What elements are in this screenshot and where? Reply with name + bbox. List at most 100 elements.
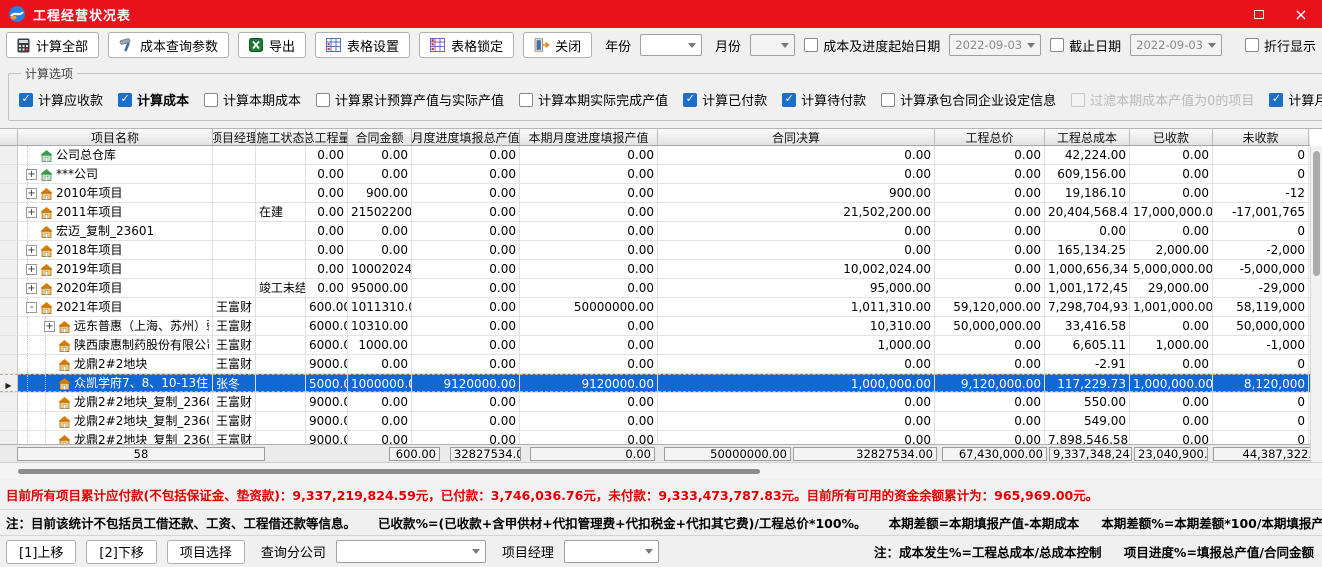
- move-up-button[interactable]: [1]上移: [6, 540, 76, 564]
- option-checkbox[interactable]: 计算累计预算产值与实际产值: [316, 90, 504, 109]
- header-contract-settlement[interactable]: 合同决算: [658, 129, 935, 145]
- table-row[interactable]: +2019年项目0.0010002024.000.000.0010,002,02…: [0, 260, 1310, 279]
- option-checkbox[interactable]: 计算本期成本: [204, 90, 301, 109]
- expand-icon[interactable]: +: [44, 321, 55, 332]
- header-received[interactable]: 已收款: [1130, 129, 1213, 145]
- table-row[interactable]: 龙鼎2#2地块_复制_23605王富财9000.000.000.000.000.…: [0, 412, 1310, 431]
- diff-pct-formula-text: 本期差额%=本期差额*100/本期填报产值: [1101, 513, 1322, 532]
- project-name-cell: 龙鼎2#2地块_复制_23605: [18, 412, 213, 430]
- manager-select[interactable]: [564, 540, 659, 563]
- expand-icon[interactable]: +: [26, 169, 37, 180]
- project-name: 龙鼎2#2地块_复制_23606: [74, 431, 209, 444]
- contract-amount-cell: 1011310.00: [348, 298, 412, 316]
- table-row[interactable]: 宏迈_复制_236010.000.000.000.000.000.000.000…: [0, 222, 1310, 241]
- table-row[interactable]: +远东普惠（上海、苏州）弱电工程项王富财6000.0010310.000.000…: [0, 317, 1310, 336]
- expand-icon[interactable]: +: [26, 188, 37, 199]
- table-row[interactable]: +2020年项目竣工未结算0.0095000.000.000.0095,000.…: [0, 279, 1310, 298]
- summary-current-monthly: 50000000.00: [664, 447, 791, 461]
- calculator-icon: [17, 38, 30, 53]
- calculate-all-button[interactable]: 计算全部: [6, 32, 99, 58]
- close-form-button[interactable]: 关闭: [523, 32, 592, 58]
- project-icon: [40, 244, 53, 256]
- chevron-down-icon: [1027, 43, 1035, 48]
- option-checkbox[interactable]: 计算月度进度填报产值: [1269, 90, 1322, 109]
- status-cell: [256, 260, 306, 278]
- checkbox-icon: [316, 93, 330, 107]
- end-date-select[interactable]: 2022-09-03: [1130, 34, 1222, 56]
- header-total-quantity[interactable]: 总工程量: [306, 129, 348, 145]
- year-select[interactable]: [640, 34, 702, 56]
- project-icon: [40, 206, 53, 218]
- option-checkbox[interactable]: 计算应收款: [19, 90, 103, 109]
- wrap-display-checkbox[interactable]: 折行显示: [1245, 36, 1316, 55]
- option-checkbox[interactable]: 计算成本: [118, 90, 189, 109]
- header-construction-status[interactable]: 施工状态: [256, 129, 306, 145]
- main-toolbar: 计算全部 成本查询参数 导出 表格设置 表格锁定 关闭 年份 月份 成本及进度起…: [0, 28, 1322, 62]
- quantity-cell: 9000.00: [306, 412, 348, 430]
- expand-icon[interactable]: +: [26, 264, 37, 275]
- table-row[interactable]: -2021年项目王富财600.001011310.000.0050000000.…: [0, 298, 1310, 317]
- option-checkbox[interactable]: 计算承包合同企业设定信息: [881, 90, 1056, 109]
- table-row[interactable]: 龙鼎2#2地块王富财9000.000.000.000.000.000.00-2.…: [0, 355, 1310, 374]
- received-cell: 0.00: [1130, 317, 1213, 335]
- quantity-cell: 0.00: [306, 184, 348, 202]
- option-checkbox[interactable]: 计算待付款: [782, 90, 866, 109]
- table-row[interactable]: 龙鼎2#2地块_复制_23604王富财9000.000.000.000.000.…: [0, 393, 1310, 412]
- total-cost-cell: 1,001,172,450: [1045, 279, 1130, 297]
- header-current-monthly-progress[interactable]: 本期月度进度填报产值: [520, 129, 658, 145]
- expand-icon[interactable]: +: [26, 283, 37, 294]
- branch-select[interactable]: [336, 540, 486, 563]
- horizontal-scrollbar[interactable]: [0, 462, 1322, 479]
- header-project-name[interactable]: 项目名称: [18, 129, 213, 145]
- table-row[interactable]: +2018年项目0.000.000.000.000.000.00165,134.…: [0, 241, 1310, 260]
- table-row[interactable]: 公司总仓库0.000.000.000.000.000.0042,224.000.…: [0, 146, 1310, 165]
- current-monthly-cell: 0.00: [520, 431, 658, 444]
- option-checkbox[interactable]: 计算已付款: [683, 90, 767, 109]
- total-cost-cell: 0.00: [1045, 222, 1130, 240]
- current-monthly-cell: 0.00: [520, 165, 658, 183]
- current-monthly-cell: 0.00: [520, 336, 658, 354]
- vertical-scrollbar-thumb[interactable]: [1313, 151, 1320, 276]
- cost-query-params-button[interactable]: 成本查询参数: [108, 32, 229, 58]
- summary-contract-settlement: 32827534.00: [793, 447, 937, 461]
- total-price-cell: 50,000,000.00: [935, 317, 1045, 335]
- start-date-checkbox[interactable]: 成本及进度起始日期: [804, 36, 940, 55]
- month-select[interactable]: [750, 34, 795, 56]
- vertical-scrollbar[interactable]: [1310, 146, 1322, 462]
- header-unreceived[interactable]: 未收款: [1213, 129, 1309, 145]
- export-button[interactable]: 导出: [238, 32, 306, 58]
- table-row[interactable]: +***公司0.000.000.000.000.000.00609,156.00…: [0, 165, 1310, 184]
- table-row[interactable]: +2010年项目0.00900.000.000.00900.000.0019,1…: [0, 184, 1310, 203]
- maximize-button[interactable]: [1238, 0, 1280, 28]
- table-settings-button[interactable]: 表格设置: [315, 32, 410, 58]
- close-button[interactable]: ×: [1280, 0, 1322, 28]
- received-cell: 1,001,000.00: [1130, 298, 1213, 316]
- header-project-total-cost[interactable]: 工程总成本: [1045, 129, 1130, 145]
- monthly-total-cell: 0.00: [412, 165, 520, 183]
- move-down-button[interactable]: [2]下移: [86, 540, 156, 564]
- header-contract-amount[interactable]: 合同金额: [348, 129, 412, 145]
- expand-icon[interactable]: +: [26, 245, 37, 256]
- header-project-manager[interactable]: 项目经理: [213, 129, 256, 145]
- table-lock-button[interactable]: 表格锁定: [419, 32, 514, 58]
- end-date-checkbox[interactable]: 截止日期: [1050, 36, 1121, 55]
- table-row[interactable]: 陕西康惠制药股份有限公司药品生产王富财6000.001000.000.000.0…: [0, 336, 1310, 355]
- monthly-total-cell: 0.00: [412, 317, 520, 335]
- table-row[interactable]: +2011年项目在建0.0021502200.000.000.0021,502,…: [0, 203, 1310, 222]
- total-price-cell: 0.00: [935, 146, 1045, 164]
- table-row[interactable]: ▶众凯学府7、8、10-13住宅楼及地下张冬5000.001000000.009…: [0, 374, 1310, 393]
- project-select-button[interactable]: 项目选择: [167, 540, 245, 564]
- header-project-total-price[interactable]: 工程总价: [935, 129, 1045, 145]
- start-date-select[interactable]: 2022-09-03: [949, 34, 1041, 56]
- expand-icon[interactable]: +: [26, 207, 37, 218]
- project-name: 远东普惠（上海、苏州）弱电工程项: [74, 317, 209, 335]
- table-row[interactable]: 龙鼎2#2地块_复制_23606王富财9000.000.000.000.000.…: [0, 431, 1310, 444]
- collapse-icon[interactable]: -: [26, 302, 37, 313]
- project-icon: [58, 415, 71, 427]
- header-monthly-progress-total[interactable]: 月度进度填报总产值: [412, 129, 520, 145]
- total-cost-cell: 33,416.58: [1045, 317, 1130, 335]
- quantity-cell: 9000.00: [306, 393, 348, 411]
- chevron-down-icon: [645, 549, 653, 554]
- horizontal-scrollbar-thumb[interactable]: [18, 469, 760, 474]
- option-checkbox[interactable]: 计算本期实际完成产值: [519, 90, 668, 109]
